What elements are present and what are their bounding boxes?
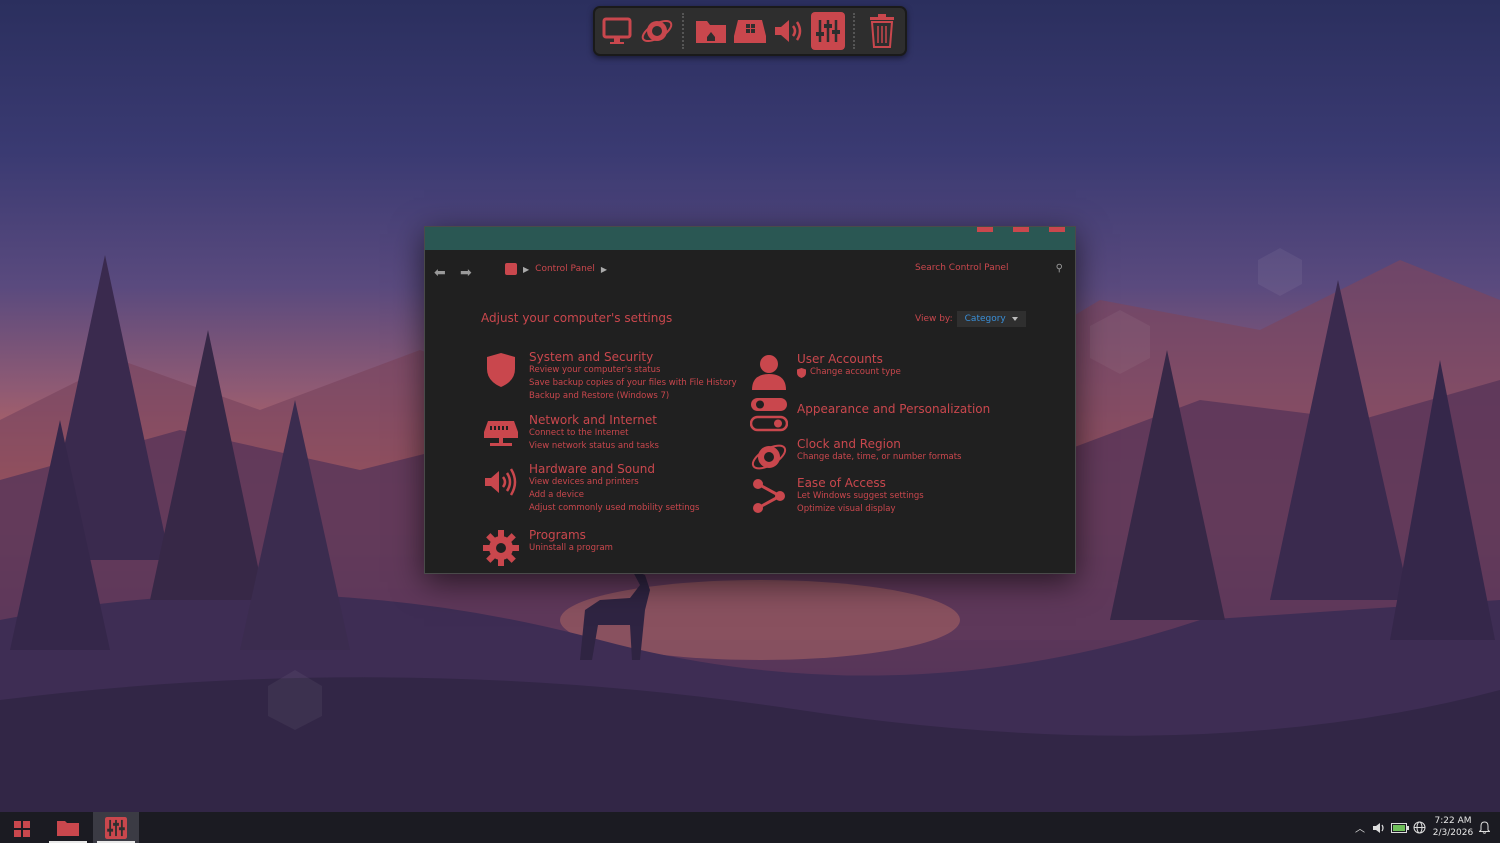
category-hardware-and-sound: Hardware and Sound View devices and prin… [481, 462, 699, 515]
category-user-accounts: User Accounts Change account type [749, 352, 901, 392]
category-appearance-and-personalization: Appearance and Personalization [749, 394, 990, 434]
search-icon[interactable]: ⚲ [1056, 263, 1063, 274]
shield-icon [797, 367, 806, 378]
category-link[interactable]: Uninstall a program [529, 542, 613, 555]
maximize-button[interactable] [1013, 227, 1029, 232]
category-link[interactable]: Let Windows suggest settings [797, 490, 924, 503]
taskbar-control-panel[interactable] [93, 812, 139, 843]
network-globe-icon[interactable] [1413, 812, 1426, 843]
view-by-value: Category [964, 314, 1006, 324]
category-title[interactable]: User Accounts [797, 352, 901, 366]
page-title: Adjust your computer's settings [481, 311, 673, 325]
chevron-down-icon [1011, 317, 1018, 321]
control-panel-icon [105, 816, 127, 839]
category-link[interactable]: Review your computer's status [529, 364, 737, 377]
folder-icon [57, 820, 79, 836]
category-programs: Programs Uninstall a program [481, 528, 613, 568]
forward-arrow-icon[interactable]: ➡ [460, 265, 472, 281]
volume-icon[interactable] [1372, 812, 1386, 843]
clock-date: 2/3/2026 [1432, 828, 1474, 838]
breadcrumb: ▶ Control Panel ▶ [505, 263, 607, 275]
back-arrow-icon[interactable]: ⬅ [434, 265, 446, 281]
category-link[interactable]: Change date, time, or number formats [797, 451, 961, 464]
dock [593, 6, 907, 56]
notification-bell-icon[interactable] [1479, 812, 1490, 843]
shield-icon[interactable] [481, 350, 521, 390]
category-link[interactable]: View devices and printers [529, 476, 699, 489]
taskbar: ︿ 7:22 AM 2/3/2026 [0, 812, 1500, 843]
computer-icon[interactable] [601, 12, 636, 50]
battery-icon[interactable] [1391, 812, 1409, 843]
search-box[interactable]: Search Control Panel ⚲ [915, 263, 1063, 277]
system-clock[interactable]: 7:22 AM 2/3/2026 [1430, 815, 1476, 839]
control-panel-icon[interactable] [810, 12, 846, 50]
category-link[interactable]: Connect to the Internet [529, 427, 659, 440]
category-ease-of-access: Ease of Access Let Windows suggest setti… [749, 476, 924, 516]
category-link[interactable]: Change account type [797, 366, 901, 379]
category-title[interactable]: System and Security [529, 350, 737, 364]
chevron-right-icon[interactable]: ▶ [523, 265, 529, 274]
category-link[interactable]: Backup and Restore (Windows 7) [529, 390, 737, 403]
view-by: View by: Category [915, 311, 1026, 327]
category-clock-and-region: Clock and Region Change date, time, or n… [749, 437, 961, 477]
gear-icon[interactable] [481, 528, 521, 568]
category-link[interactable]: View network status and tasks [529, 440, 659, 453]
category-title[interactable]: Ease of Access [797, 476, 924, 490]
home-folder-icon[interactable] [693, 12, 728, 50]
dock-separator [853, 13, 856, 49]
category-link[interactable]: Save backup copies of your files with Fi… [529, 377, 737, 390]
recycle-bin-icon[interactable] [864, 12, 899, 50]
chevron-right-icon[interactable]: ▶ [601, 265, 607, 274]
start-button[interactable] [14, 821, 30, 841]
user-icon[interactable] [749, 352, 789, 392]
category-title[interactable]: Appearance and Personalization [797, 402, 990, 416]
category-title[interactable]: Hardware and Sound [529, 462, 699, 476]
share-icon[interactable] [749, 476, 789, 516]
title-bar[interactable] [425, 227, 1075, 250]
taskbar-file-explorer[interactable] [45, 812, 91, 843]
category-network-and-internet: Network and Internet Connect to the Inte… [481, 413, 659, 453]
category-system-and-security: System and Security Review your computer… [481, 350, 737, 403]
network-globe-icon[interactable] [640, 12, 675, 50]
category-link[interactable]: Adjust commonly used mobility settings [529, 502, 699, 515]
category-link[interactable]: Add a device [529, 489, 699, 502]
windows-logo-icon [14, 821, 30, 837]
drive-icon[interactable] [732, 12, 768, 50]
dock-separator [682, 13, 685, 49]
globe-icon[interactable] [749, 437, 789, 477]
category-title[interactable]: Clock and Region [797, 437, 961, 451]
view-by-dropdown[interactable]: Category [956, 311, 1026, 327]
speaker-icon[interactable] [481, 462, 521, 502]
toggle-icon[interactable] [749, 394, 789, 434]
speaker-icon[interactable] [772, 12, 807, 50]
network-icon[interactable] [481, 413, 521, 453]
breadcrumb-item[interactable]: Control Panel [535, 264, 595, 274]
category-title[interactable]: Programs [529, 528, 613, 542]
control-panel-window: ⬅ ➡ ▶ Control Panel ▶ Search Control Pan… [424, 226, 1076, 574]
category-title[interactable]: Network and Internet [529, 413, 659, 427]
category-link-label: Change account type [810, 367, 901, 377]
view-by-label: View by: [915, 314, 953, 324]
minimize-button[interactable] [977, 227, 993, 232]
control-panel-icon [505, 263, 517, 275]
close-button[interactable] [1049, 227, 1065, 232]
search-input[interactable]: Search Control Panel [915, 263, 1008, 273]
clock-time: 7:22 AM [1434, 816, 1472, 826]
category-link[interactable]: Optimize visual display [797, 503, 924, 516]
chevron-up-icon[interactable]: ︿ [1355, 812, 1365, 843]
